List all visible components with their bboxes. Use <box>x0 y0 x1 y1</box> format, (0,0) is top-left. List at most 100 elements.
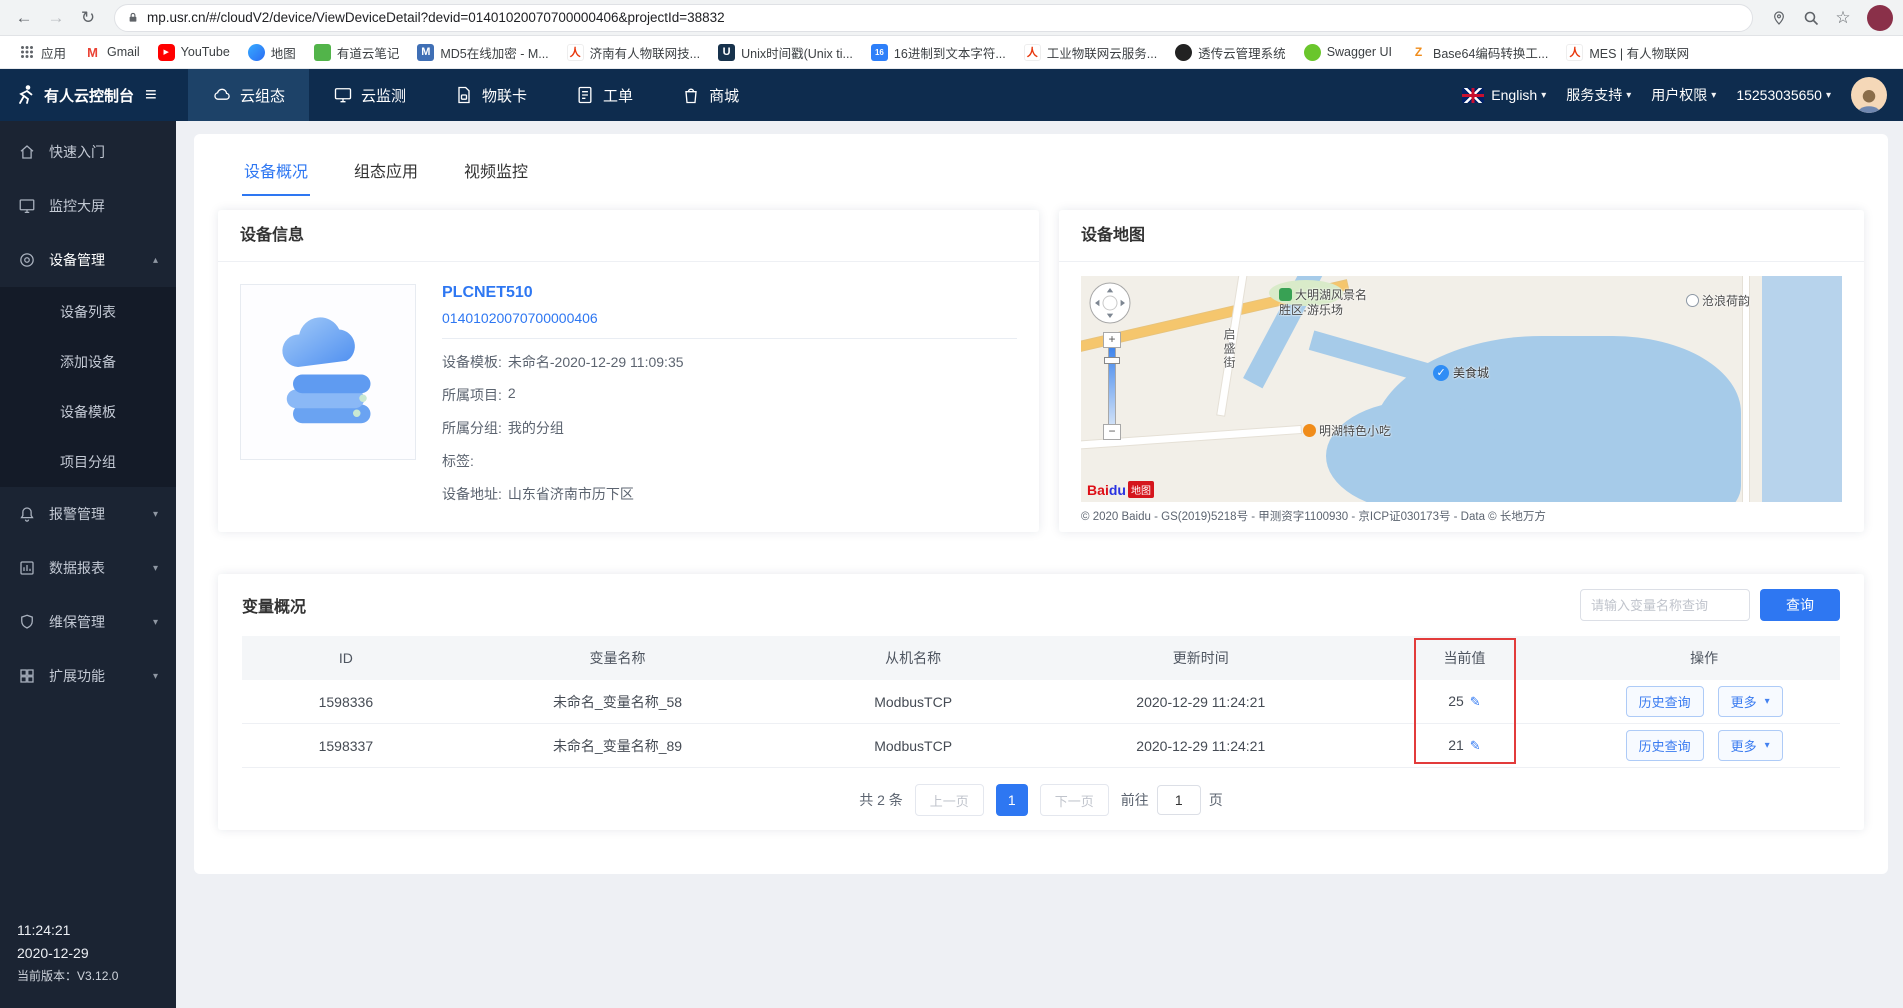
bookmark-label: 有道云笔记 <box>336 46 400 61</box>
sidebar-item-alarm-mgmt[interactable]: 报警管理 ▾ <box>0 487 176 541</box>
column-header-value: 当前值 <box>1443 650 1486 666</box>
bookmark-item-youdao[interactable]: 有道云笔记 <box>306 40 408 65</box>
user-avatar[interactable] <box>1851 77 1887 113</box>
history-query-button[interactable]: 历史查询 <box>1625 730 1704 761</box>
zoom-track[interactable] <box>1104 348 1121 424</box>
bookmark-item-iiot[interactable]: 人 工业物联网云服务... <box>1016 40 1165 65</box>
bookmark-label: MES | 有人物联网 <box>1589 46 1690 61</box>
hamburger-icon[interactable]: ≡ <box>145 84 157 107</box>
baidu-map[interactable]: 大明湖风景名胜区·游乐场 启盛街 明湖特色小吃 沧浪荷韵 ✓ 美食城 + − B… <box>1081 276 1842 502</box>
bookmark-item-unix[interactable]: U Unix时间戳(Unix ti... <box>710 40 861 65</box>
nav-item-iot-card[interactable]: 物联卡 <box>430 69 551 121</box>
unix-timestamp-icon: U <box>718 43 736 61</box>
nav-item-workorder[interactable]: 工单 <box>551 69 657 121</box>
bell-icon <box>18 505 36 523</box>
prev-page-button[interactable]: 上一页 <box>914 784 984 816</box>
edit-icon[interactable]: ✎ <box>1470 738 1481 753</box>
apps-grid-icon <box>18 44 35 61</box>
hex-converter-icon: 16 <box>870 43 888 61</box>
sidebar-subitem-project-group[interactable]: 项目分组 <box>0 437 176 487</box>
support-dropdown[interactable]: 服务支持 ▾ <box>1566 85 1631 105</box>
tab-video-monitor[interactable]: 视频监控 <box>462 154 530 196</box>
cell-updated: 2020-12-29 11:24:21 <box>1136 693 1266 710</box>
bookmark-label: Gmail <box>107 45 140 59</box>
bookmark-item-hex[interactable]: 16 16进制到文本字符... <box>863 40 1014 65</box>
forward-icon[interactable]: → <box>42 4 70 32</box>
more-button[interactable]: 更多 ▾ <box>1717 730 1783 761</box>
zoom-in-button[interactable]: + <box>1103 332 1122 348</box>
bookmark-item-map[interactable]: 地图 <box>240 40 304 65</box>
field-label: 所属项目: <box>442 387 502 403</box>
chevron-down-icon: ▾ <box>1764 696 1770 707</box>
tab-scada-app[interactable]: 组态应用 <box>352 154 420 196</box>
sidebar: 快速入门 监控大屏 设备管理 ▴ 设备列表 添加设备 设备模板 项目分组 报警管… <box>0 121 176 1008</box>
sidebar-subitem-add-device[interactable]: 添加设备 <box>0 337 176 387</box>
bookmark-item-apps[interactable]: 应用 <box>10 40 74 65</box>
map-road <box>1743 276 1750 502</box>
bookmark-item-mes[interactable]: 人 MES | 有人物联网 <box>1558 40 1697 65</box>
bookmark-star-icon[interactable]: ☆ <box>1829 4 1857 32</box>
passthrough-cloud-icon <box>1175 43 1193 61</box>
map-device-marker[interactable]: ✓ 美食城 <box>1433 364 1489 381</box>
workorder-icon <box>575 85 595 105</box>
history-query-button[interactable]: 历史查询 <box>1625 686 1704 717</box>
sidebar-item-extensions[interactable]: 扩展功能 ▾ <box>0 649 176 703</box>
version-value: V3.12.0 <box>77 969 119 983</box>
sidebar-item-device-mgmt[interactable]: 设备管理 ▴ <box>0 233 176 287</box>
map-pan-control[interactable] <box>1089 282 1131 324</box>
sidebar-subitem-device-template[interactable]: 设备模板 <box>0 387 176 437</box>
bookmark-item-base64[interactable]: Z Base64编码转换工... <box>1402 40 1556 65</box>
url-bar[interactable]: mp.usr.cn/#/cloudV2/device/ViewDeviceDet… <box>114 3 1753 32</box>
goto-page-input[interactable] <box>1156 785 1201 815</box>
sidebar-item-monitor-screen[interactable]: 监控大屏 <box>0 179 176 233</box>
nav-item-cloud-monitor[interactable]: 云监测 <box>309 69 430 121</box>
more-button[interactable]: 更多 ▾ <box>1717 686 1783 717</box>
browser-profile-avatar[interactable] <box>1867 4 1893 31</box>
tab-device-overview[interactable]: 设备概况 <box>242 154 311 196</box>
map-poi-snack: 明湖特色小吃 <box>1303 424 1391 439</box>
bookmark-item-swagger[interactable]: Swagger UI <box>1296 41 1400 64</box>
device-name-link[interactable]: PLCNET510 <box>442 284 1017 302</box>
language-dropdown[interactable]: English ▾ <box>1462 87 1546 103</box>
back-icon[interactable]: ← <box>10 4 38 32</box>
edit-icon[interactable]: ✎ <box>1470 694 1481 709</box>
chevron-down-icon: ▾ <box>152 508 158 520</box>
bookmark-item-gmail[interactable]: M Gmail <box>76 41 148 64</box>
chevron-down-icon: ▾ <box>152 616 158 628</box>
nav-item-mall[interactable]: 商城 <box>657 69 763 121</box>
variable-search-input[interactable] <box>1580 589 1750 621</box>
sidebar-subitem-device-list[interactable]: 设备列表 <box>0 287 176 337</box>
marker-label: 美食城 <box>1453 366 1490 380</box>
search-button[interactable]: 查询 <box>1760 589 1840 621</box>
youdao-note-icon <box>313 43 331 61</box>
zoom-handle[interactable] <box>1104 357 1121 364</box>
variables-card: 变量概况 查询 ID 变量名称 从机名称 更新时间 当前值 操作 <box>218 574 1864 830</box>
account-dropdown[interactable]: 15253035650 ▾ <box>1736 87 1831 103</box>
zoom-icon[interactable] <box>1797 4 1825 32</box>
sidebar-item-quickstart[interactable]: 快速入门 <box>0 125 176 179</box>
url-text: mp.usr.cn/#/cloudV2/device/ViewDeviceDet… <box>147 10 725 25</box>
bookmark-item-passthrough[interactable]: 透传云管理系统 <box>1167 40 1294 65</box>
chevron-down-icon: ▾ <box>1541 89 1547 101</box>
zoom-out-button[interactable]: − <box>1103 424 1122 440</box>
sidebar-item-data-report[interactable]: 数据报表 ▾ <box>0 541 176 595</box>
reload-icon[interactable]: ↻ <box>74 4 102 32</box>
cell-slave: ModbusTCP <box>874 737 953 754</box>
page-1-button[interactable]: 1 <box>995 784 1028 816</box>
bookmark-item-usr[interactable]: 人 济南有人物联网技... <box>559 40 708 65</box>
location-icon[interactable] <box>1765 4 1793 32</box>
bookmark-item-youtube[interactable]: ▶ YouTube <box>150 41 238 64</box>
field-value: 未命名-2020-12-29 11:09:35 <box>507 354 684 370</box>
chevron-down-icon: ▾ <box>1626 89 1632 101</box>
field-value: 山东省济南市历下区 <box>507 486 634 502</box>
sidebar-item-maintenance[interactable]: 维保管理 ▾ <box>0 595 176 649</box>
permission-dropdown[interactable]: 用户权限 ▾ <box>1651 85 1716 105</box>
bookmark-item-md5[interactable]: M MD5在线加密 - M... <box>409 40 556 65</box>
clock-date: 2020-12-29 <box>17 945 89 961</box>
nav-item-cloud-scada[interactable]: 云组态 <box>188 69 310 121</box>
baidu-logo: Bai du 地图 <box>1087 481 1154 498</box>
map-zoom-slider[interactable]: + − <box>1103 332 1122 440</box>
bookmark-label: 应用 <box>41 46 67 61</box>
next-page-button[interactable]: 下一页 <box>1039 784 1109 816</box>
nav-item-label: 云监测 <box>361 87 407 105</box>
